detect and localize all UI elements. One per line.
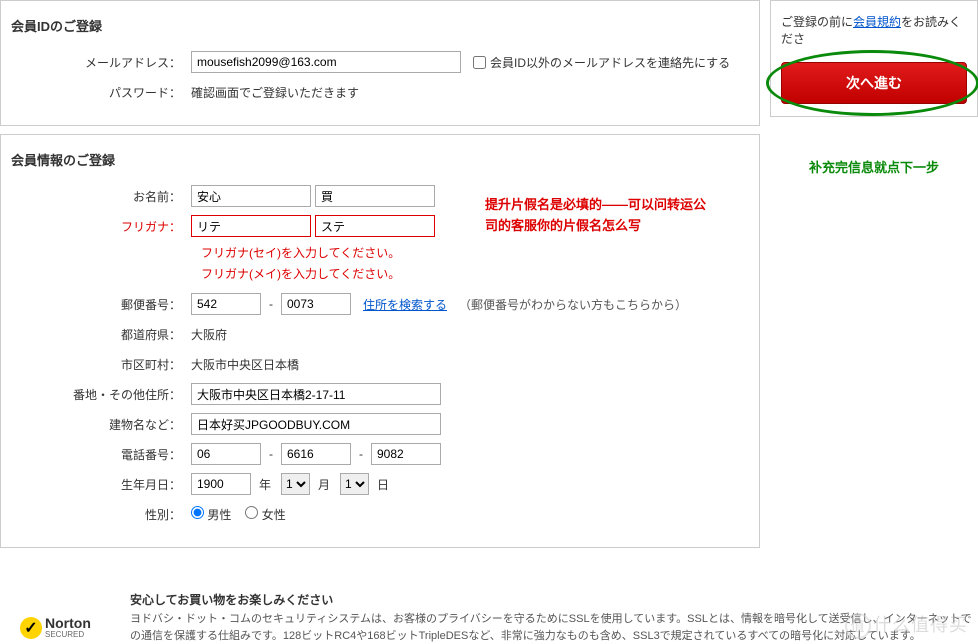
- error-furigana-sei: フリガナ(セイ)を入力してください。: [201, 246, 400, 260]
- gender-female-label[interactable]: 女性: [245, 506, 285, 523]
- member-id-title: 会員IDのご登録: [11, 16, 749, 35]
- building-input[interactable]: [191, 413, 441, 435]
- gender-female-radio[interactable]: [245, 506, 258, 519]
- email-label: メールアドレス：: [11, 54, 191, 71]
- alt-email-checkbox-label: 会員ID以外のメールアドレスを連絡先にする: [490, 54, 730, 71]
- password-text: 確認画面でご登録いただきます: [191, 84, 359, 101]
- addr-input[interactable]: [191, 383, 441, 405]
- footer-title: 安心してお買い物をお楽しみください: [130, 591, 978, 608]
- addr-label: 番地・その他住所：: [11, 386, 191, 403]
- tel1-input[interactable]: [191, 443, 261, 465]
- password-label: パスワード：: [11, 84, 191, 101]
- city-label: 市区町村：: [11, 356, 191, 373]
- name-mei-input[interactable]: [315, 185, 435, 207]
- error-furigana-mei: フリガナ(メイ)を入力してください。: [201, 267, 400, 281]
- birth-month-select[interactable]: 1: [281, 473, 310, 495]
- norton-seal: ✓ Norton SECURED: [20, 616, 91, 639]
- member-id-panel: 会員IDのご登録 メールアドレス： 会員ID以外のメールアドレスを連絡先にする …: [0, 0, 760, 126]
- gender-label: 性別：: [11, 506, 191, 523]
- terms-link[interactable]: 会員規約: [853, 15, 901, 29]
- email-input[interactable]: [191, 51, 461, 73]
- birth-label: 生年月日：: [11, 476, 191, 493]
- tel3-input[interactable]: [371, 443, 441, 465]
- birth-day-select[interactable]: 1: [340, 473, 369, 495]
- postal2-input[interactable]: [281, 293, 351, 315]
- watermark: 值什么值得买: [845, 611, 968, 639]
- birth-year-input[interactable]: [191, 473, 251, 495]
- alt-email-checkbox[interactable]: [473, 56, 486, 69]
- furigana-mei-input[interactable]: [315, 215, 435, 237]
- year-unit: 年: [259, 476, 271, 493]
- pref-label: 都道府県：: [11, 326, 191, 343]
- day-unit: 日: [377, 476, 389, 493]
- gender-male-label[interactable]: 男性: [191, 506, 231, 523]
- city-value: 大阪市中央区日本橋: [191, 356, 299, 373]
- member-info-title: 会員情報のご登録: [11, 150, 749, 169]
- furigana-label: フリガナ：: [11, 218, 191, 235]
- annotation-furigana: 提升片假名是必填的——可以问转运公 司的客服你的片假名怎么写: [485, 195, 735, 237]
- tel-label: 電話番号：: [11, 446, 191, 463]
- postal1-input[interactable]: [191, 293, 261, 315]
- furigana-sei-input[interactable]: [191, 215, 311, 237]
- postal-hint: （郵便番号がわからない方もこちらから）: [459, 296, 687, 313]
- annotation-next-step: 补充完信息就点下一步: [770, 157, 978, 176]
- gender-male-radio[interactable]: [191, 506, 204, 519]
- next-button[interactable]: 次へ進む: [781, 62, 967, 104]
- postal-label: 郵便番号：: [11, 296, 191, 313]
- tel2-input[interactable]: [281, 443, 351, 465]
- right-panel: ご登録の前に会員規約をお読みくださ 次へ進む: [770, 0, 978, 117]
- building-label: 建物名など：: [11, 416, 191, 433]
- address-search-link[interactable]: 住所を検索する: [363, 296, 447, 313]
- check-icon: ✓: [20, 617, 42, 639]
- name-label: お名前：: [11, 188, 191, 205]
- pref-value: 大阪府: [191, 326, 227, 343]
- month-unit: 月: [318, 476, 330, 493]
- terms-notice: ご登録の前に会員規約をお読みくださ: [781, 13, 967, 47]
- name-sei-input[interactable]: [191, 185, 311, 207]
